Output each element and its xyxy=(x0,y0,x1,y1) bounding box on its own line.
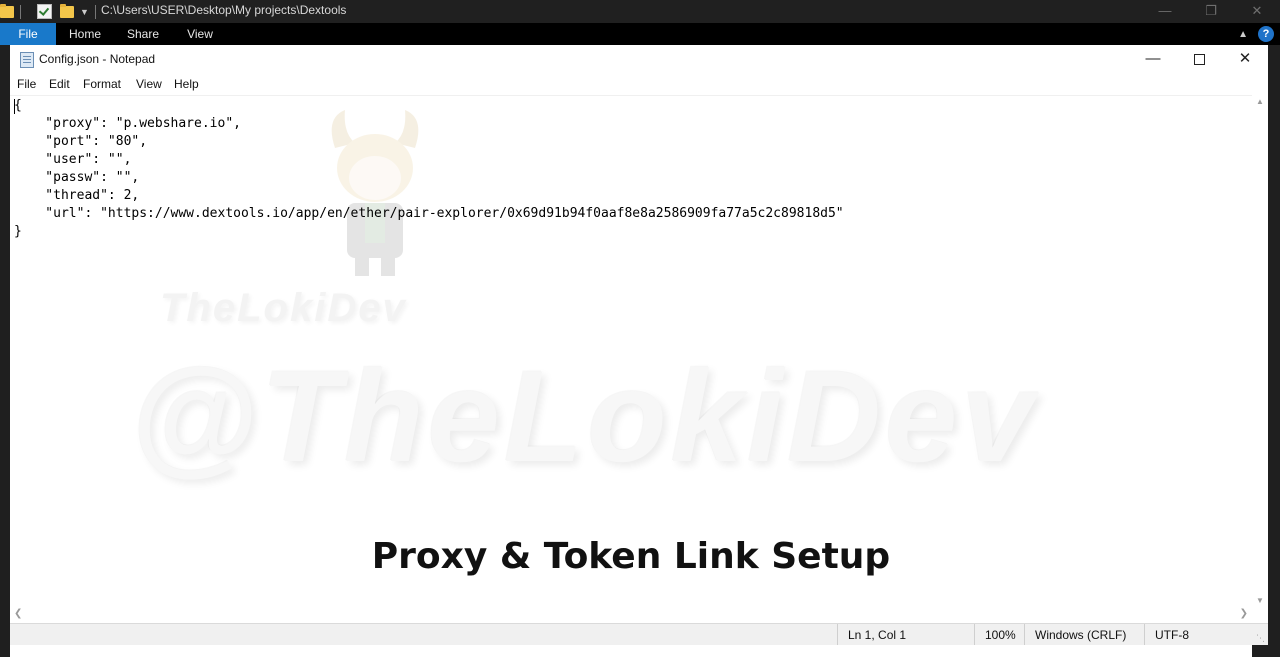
tab-file[interactable]: File xyxy=(0,23,56,45)
explorer-path: C:\Users\USER\Desktop\My projects\Dextoo… xyxy=(101,3,347,17)
new-folder-icon[interactable] xyxy=(60,3,74,18)
collapse-ribbon-chevron-up-icon[interactable]: ▲ xyxy=(1238,29,1248,40)
notepad-icon xyxy=(20,52,34,68)
minimize-icon[interactable]: — xyxy=(1130,45,1176,75)
tab-view[interactable]: View xyxy=(172,23,228,45)
tab-share[interactable]: Share xyxy=(114,23,172,45)
scroll-left-icon[interactable]: ❮ xyxy=(14,608,22,619)
explorer-title-bar: ▼ C:\Users\USER\Desktop\My projects\Dext… xyxy=(0,0,1280,23)
quick-access-toolbar: ▼ xyxy=(0,3,102,20)
notepad-window: Config.json - Notepad — ✕ File Edit Form… xyxy=(10,45,1268,657)
text-editor[interactable]: TheLokiDev @TheLokiDev { "proxy": "p.web… xyxy=(10,95,1252,657)
watermark-small: TheLokiDev xyxy=(160,286,407,330)
properties-check-icon[interactable] xyxy=(37,4,52,19)
close-icon[interactable]: ✕ xyxy=(1222,45,1268,75)
scroll-up-icon[interactable]: ▲ xyxy=(1252,97,1268,106)
explorer-ribbon: File Home Share View ▲ ? xyxy=(0,23,1280,45)
notepad-window-controls: — ✕ xyxy=(1130,45,1268,75)
explorer-restore-icon[interactable]: ❐ xyxy=(1188,0,1234,23)
status-line-ending: Windows (CRLF) xyxy=(1024,624,1145,645)
explorer-window-controls: — ❐ ✕ xyxy=(1142,0,1280,23)
menu-view[interactable]: View xyxy=(136,77,162,91)
explorer-close-icon[interactable]: ✕ xyxy=(1234,0,1280,23)
scroll-right-icon[interactable]: ❯ xyxy=(1240,608,1248,619)
explorer-minimize-icon[interactable]: — xyxy=(1142,0,1188,23)
horizontal-scrollbar[interactable]: ❮ ❯ xyxy=(10,607,1252,623)
notepad-title-bar: Config.json - Notepad — ✕ xyxy=(10,45,1268,75)
status-zoom: 100% xyxy=(974,624,1025,645)
toolbar-separator xyxy=(20,4,21,19)
notepad-title: Config.json - Notepad xyxy=(39,52,156,66)
caption-text: Proxy & Token Link Setup xyxy=(371,536,891,577)
file-content: { "proxy": "p.webshare.io", "port": "80"… xyxy=(14,98,844,239)
menu-format[interactable]: Format xyxy=(83,77,121,91)
menu-edit[interactable]: Edit xyxy=(49,77,70,91)
watermark-big: @TheLokiDev xyxy=(130,343,1038,489)
customize-toolbar-chevron-down-icon[interactable]: ▼ xyxy=(80,7,89,17)
toolbar-separator xyxy=(94,4,96,19)
scroll-down-icon[interactable]: ▼ xyxy=(1252,596,1268,605)
maximize-icon[interactable] xyxy=(1176,45,1222,75)
tab-home[interactable]: Home xyxy=(56,23,114,45)
menu-help[interactable]: Help xyxy=(174,77,199,91)
text-cursor xyxy=(14,99,15,114)
menu-file[interactable]: File xyxy=(17,77,36,91)
menu-bar: File Edit Format View Help xyxy=(10,75,1268,95)
status-position: Ln 1, Col 1 xyxy=(837,624,975,645)
resize-grip-icon[interactable]: ⋱ xyxy=(1256,633,1266,643)
status-encoding: UTF-8 xyxy=(1144,624,1255,645)
vertical-scrollbar[interactable]: ▲ ▼ xyxy=(1252,95,1268,607)
folder-icon xyxy=(0,3,14,18)
help-icon[interactable]: ? xyxy=(1258,26,1274,42)
status-bar: Ln 1, Col 1 100% Windows (CRLF) UTF-8 ⋱ xyxy=(10,623,1268,645)
